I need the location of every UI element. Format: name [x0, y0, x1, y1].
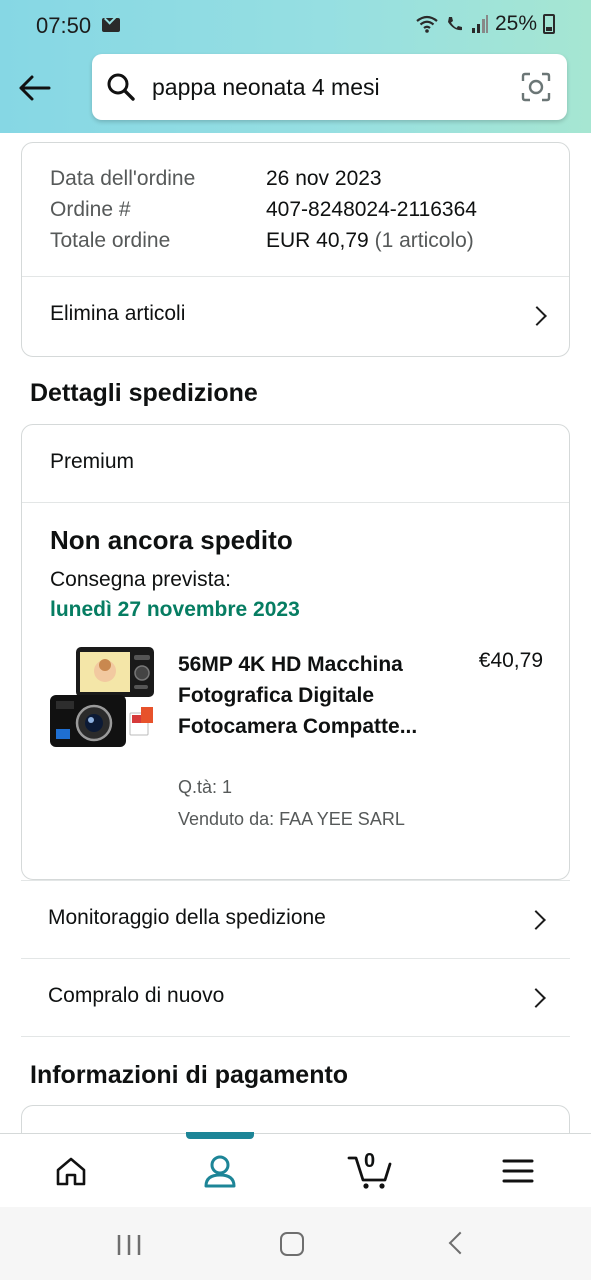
shipment-card: Premium Non ancora spedito Consegna prev… [21, 424, 570, 880]
payment-info-heading: Informazioni di pagamento [30, 1061, 349, 1089]
battery-percent: 25% [494, 12, 537, 35]
delivery-eta-label: Consegna prevista: [50, 568, 231, 591]
product-seller: Venduto da: FAA YEE SARL [178, 809, 405, 829]
back-system-icon[interactable] [448, 1231, 472, 1255]
active-tab-indicator [186, 1132, 254, 1139]
divider [22, 502, 569, 503]
signal-icon [471, 15, 488, 33]
search-query[interactable]: pappa neonata 4 mesi [152, 74, 380, 101]
shipment-status: Non ancora spedito [50, 525, 293, 555]
buy-again-row[interactable]: Compralo di nuovo [21, 958, 570, 1036]
shipping-tier: Premium [50, 450, 135, 473]
battery-icon [543, 14, 555, 34]
delete-items-label: Elimina articoli [50, 302, 186, 325]
back-button[interactable] [14, 68, 54, 108]
product-title[interactable]: 56MP 4K HD Macchina Fotografica Digitale… [178, 649, 440, 742]
nav-account[interactable] [195, 1148, 245, 1194]
order-number-label: Ordine # [50, 198, 131, 221]
chevron-right-icon [526, 988, 546, 1008]
cart-count-badge: 0 [364, 1150, 376, 1172]
app-header: 07:50 25% pappa neonata 4 mesi [0, 0, 591, 133]
recent-apps-icon[interactable] [116, 1234, 142, 1256]
buy-again-label: Compralo di nuovo [48, 984, 225, 1007]
order-number-value: 407-8248024-2116364 [266, 198, 477, 221]
home-system-icon[interactable] [280, 1232, 304, 1256]
chevron-right-icon [527, 306, 547, 326]
order-total-value: EUR 40,79 (1 articolo) [266, 229, 474, 253]
mail-notification-icon [102, 18, 120, 32]
user-icon [204, 1155, 236, 1188]
order-total-label: Totale ordine [50, 229, 171, 252]
product-quantity: Q.tà: 1 [178, 777, 233, 797]
wifi-icon [416, 15, 438, 33]
home-icon [56, 1157, 86, 1186]
status-bar: 07:50 25% [0, 0, 591, 52]
search-icon [107, 73, 135, 101]
status-time: 07:50 [36, 13, 92, 38]
hamburger-menu-icon [502, 1159, 534, 1183]
system-nav-bar [0, 1207, 591, 1280]
camera-search-icon[interactable] [521, 72, 551, 102]
arrow-left-icon [19, 75, 51, 101]
chevron-right-icon [526, 910, 546, 930]
wifi-calling-icon [447, 17, 462, 31]
order-total-amount: EUR 40,79 [266, 229, 369, 252]
bottom-nav [0, 1132, 591, 1207]
shipping-details-heading: Dettagli spedizione [30, 379, 258, 407]
delivery-eta-date: lunedì 27 novembre 2023 [50, 598, 300, 621]
delete-items-row[interactable]: Elimina articoli [22, 277, 569, 357]
product-price: €40,79 [478, 649, 543, 672]
product-thumbnail[interactable] [48, 645, 160, 755]
search-bar[interactable]: pappa neonata 4 mesi [92, 54, 567, 120]
track-shipment-row[interactable]: Monitoraggio della spedizione [21, 880, 570, 958]
order-item-count: (1 articolo) [374, 229, 474, 252]
order-summary-card: Data dell'ordine 26 nov 2023 Ordine # 40… [21, 142, 570, 357]
track-shipment-label: Monitoraggio della spedizione [48, 906, 326, 929]
order-date-label: Data dell'ordine [50, 167, 196, 190]
divider [21, 1036, 570, 1037]
nav-home[interactable] [46, 1148, 96, 1194]
nav-menu[interactable] [493, 1148, 543, 1194]
status-indicators: 25% [415, 12, 555, 36]
order-date-value: 26 nov 2023 [266, 167, 382, 190]
